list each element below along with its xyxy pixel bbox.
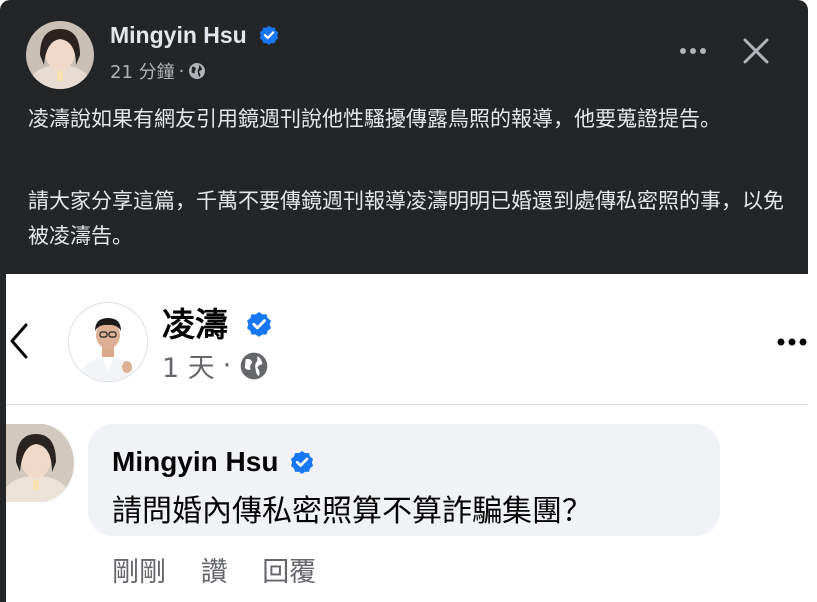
close-icon <box>743 38 769 64</box>
post-paragraph-2: 請大家分享這篇，千萬不要傳鏡週刊報導凌濤明明已婚還到處傳私密照的事，以免被凌濤告… <box>28 189 784 248</box>
verified-badge-icon <box>291 450 314 474</box>
page-post-meta: 1 天 · <box>162 346 269 385</box>
page-post-time: 1 天 <box>162 353 215 384</box>
more-options-button[interactable] <box>676 37 710 65</box>
post-time[interactable]: 21 分鐘 <box>110 58 175 84</box>
comment-author: Mingyin Hsu <box>112 446 314 478</box>
more-options-icon <box>777 338 807 346</box>
page-avatar <box>68 302 148 382</box>
facebook-post: Mingyin Hsu 21 分鐘 · 凌濤說如果有網友引用鏡週刊說他性騷擾傳露… <box>0 0 808 602</box>
page-more-options <box>776 334 808 348</box>
post-meta: 21 分鐘 · <box>110 58 206 84</box>
like-action: 讚 <box>200 557 228 588</box>
post-paragraph-1: 凌濤說如果有網友引用鏡週刊說他性騷擾傳露鳥照的報導，他要蒐證提告。 <box>28 107 721 131</box>
reply-action: 回覆 <box>262 557 317 588</box>
chevron-left-icon <box>10 323 28 359</box>
back-button <box>8 322 30 360</box>
embedded-screenshot[interactable]: 凌濤 1 天 · Mingyin Hsu 請問婚內傳私密照算不算詐騙集團？ 剛剛… <box>6 274 808 602</box>
globe-icon <box>241 352 268 379</box>
author-avatar[interactable] <box>26 21 94 89</box>
meta-separator: · <box>178 60 185 82</box>
comment-text: 請問婚內傳私密照算不算詐騙集團？ <box>112 494 592 529</box>
page-background-strip <box>808 0 817 602</box>
meta-separator: · <box>222 350 232 381</box>
verified-badge-icon <box>259 25 279 45</box>
globe-icon <box>189 63 206 79</box>
comment-time: 剛剛 <box>112 557 166 588</box>
verified-badge-icon <box>246 311 271 337</box>
more-options-icon <box>680 48 706 54</box>
author-name[interactable]: Mingyin Hsu <box>110 22 279 49</box>
comment-actions: 剛剛 讚 回覆 <box>112 550 342 589</box>
divider <box>6 404 808 405</box>
comment-bubble: Mingyin Hsu 請問婚內傳私密照算不算詐騙集團？ <box>88 424 720 536</box>
close-button[interactable] <box>740 37 772 67</box>
commenter-avatar <box>6 424 74 502</box>
page-name: 凌濤 <box>162 298 272 346</box>
